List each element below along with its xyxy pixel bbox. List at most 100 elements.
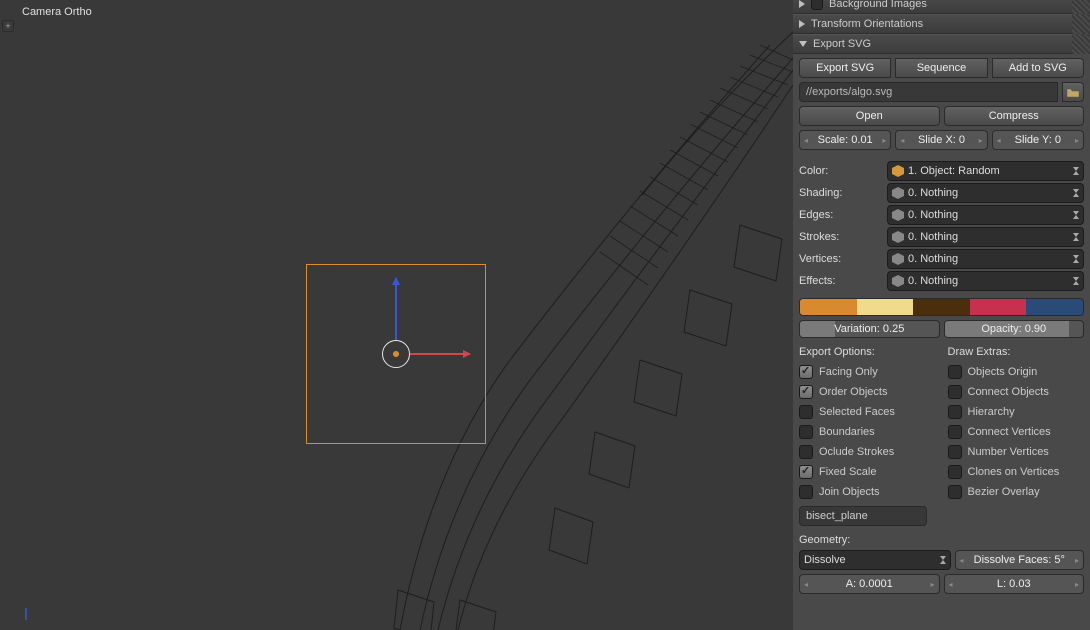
option-label: Fixed Scale (819, 466, 876, 478)
color-dropdown[interactable]: 1. Object: Random (887, 161, 1084, 181)
color-swatch[interactable] (857, 299, 914, 315)
l-field[interactable]: L: 0.03 (944, 574, 1085, 594)
option-label: Selected Faces (819, 406, 895, 418)
geometry-label: Geometry: (799, 534, 1084, 546)
cube-icon (892, 231, 904, 243)
export-options-label: Export Options: (799, 346, 936, 358)
color-swatch[interactable] (1026, 299, 1083, 315)
panel-title: Transform Orientations (811, 18, 923, 30)
color-swatch[interactable] (913, 299, 970, 315)
option-row: Facing Only (799, 362, 936, 382)
add-to-svg-button[interactable]: Add to SVG (992, 58, 1084, 78)
panel-header-bg-images[interactable]: Background Images (793, 0, 1090, 14)
strokes-dropdown[interactable]: 0. Nothing (887, 227, 1084, 247)
option-label: Connect Objects (968, 386, 1049, 398)
panel-title: Background Images (829, 0, 927, 10)
draw-extras-label: Draw Extras: (948, 346, 1085, 358)
grip-icon[interactable] (1072, 0, 1090, 14)
checkbox[interactable] (948, 405, 962, 419)
option-label: Connect Vertices (968, 426, 1051, 438)
method-text-field[interactable]: bisect_plane (799, 506, 927, 526)
color-swatches[interactable] (799, 298, 1084, 316)
cube-icon (892, 209, 904, 221)
effects-dropdown[interactable]: 0. Nothing (887, 271, 1084, 291)
properties-sidebar: Background Images Transform Orientations… (793, 0, 1090, 630)
a-field[interactable]: A: 0.0001 (799, 574, 940, 594)
cube-icon (892, 187, 904, 199)
checkbox[interactable] (948, 425, 962, 439)
export-path-field[interactable]: //exports/algo.svg (799, 82, 1058, 102)
color-label: Color: (799, 165, 881, 177)
option-row: Oclude Strokes (799, 442, 936, 462)
option-row: Objects Origin (948, 362, 1085, 382)
option-label: Facing Only (819, 366, 878, 378)
option-row: Selected Faces (799, 402, 936, 422)
compress-button[interactable]: Compress (944, 106, 1085, 126)
gizmo-x-axis[interactable] (410, 353, 470, 355)
opacity-slider[interactable]: Opacity: 0.90 (944, 320, 1085, 338)
option-label: Oclude Strokes (819, 446, 894, 458)
option-label: Bezier Overlay (968, 486, 1040, 498)
cube-icon (892, 165, 904, 177)
color-swatch[interactable] (800, 299, 857, 315)
checkbox[interactable] (799, 465, 813, 479)
3d-viewport[interactable]: Camera Ortho + (0, 0, 793, 630)
option-label: Order Objects (819, 386, 887, 398)
checkbox[interactable] (948, 465, 962, 479)
option-label: Clones on Vertices (968, 466, 1060, 478)
option-row: Fixed Scale (799, 462, 936, 482)
sequence-button[interactable]: Sequence (895, 58, 987, 78)
checkbox[interactable] (948, 485, 962, 499)
option-row: Clones on Vertices (948, 462, 1085, 482)
dissolve-faces-field[interactable]: Dissolve Faces: 5° (955, 550, 1085, 570)
effects-label: Effects: (799, 275, 881, 287)
color-swatch[interactable] (970, 299, 1027, 315)
strokes-label: Strokes: (799, 231, 881, 243)
variation-slider[interactable]: Variation: 0.25 (799, 320, 940, 338)
bg-images-checkbox[interactable] (811, 0, 823, 10)
file-browse-button[interactable] (1062, 82, 1084, 102)
option-label: Boundaries (819, 426, 875, 438)
option-row: Order Objects (799, 382, 936, 402)
checkbox[interactable] (799, 485, 813, 499)
checkbox[interactable] (799, 405, 813, 419)
gizmo-z-axis[interactable] (395, 278, 397, 340)
panel-header-export-svg[interactable]: Export SVG (793, 34, 1090, 54)
shading-dropdown[interactable]: 0. Nothing (887, 183, 1084, 203)
option-label: Objects Origin (968, 366, 1038, 378)
chevron-right-icon (799, 0, 805, 8)
slide-x-field[interactable]: Slide X: 0 (895, 130, 987, 150)
option-label: Join Objects (819, 486, 880, 498)
option-row: Boundaries (799, 422, 936, 442)
option-row: Hierarchy (948, 402, 1085, 422)
dissolve-dropdown[interactable]: Dissolve (799, 550, 951, 570)
checkbox[interactable] (948, 445, 962, 459)
mini-axis-icon (24, 606, 40, 622)
option-label: Hierarchy (968, 406, 1015, 418)
edges-dropdown[interactable]: 0. Nothing (887, 205, 1084, 225)
grip-icon[interactable] (1072, 34, 1090, 54)
edges-label: Edges: (799, 209, 881, 221)
open-button[interactable]: Open (799, 106, 940, 126)
checkbox[interactable] (799, 425, 813, 439)
checkbox[interactable] (948, 385, 962, 399)
option-row: Number Vertices (948, 442, 1085, 462)
export-svg-button[interactable]: Export SVG (799, 58, 891, 78)
checkbox[interactable] (799, 445, 813, 459)
slide-y-field[interactable]: Slide Y: 0 (992, 130, 1084, 150)
panel-header-transform-orient[interactable]: Transform Orientations (793, 14, 1090, 34)
shading-label: Shading: (799, 187, 881, 199)
grip-icon[interactable] (1072, 14, 1090, 34)
chevron-down-icon (799, 41, 807, 47)
vertices-label: Vertices: (799, 253, 881, 265)
option-label: Number Vertices (968, 446, 1049, 458)
checkbox[interactable] (799, 385, 813, 399)
checkbox[interactable] (799, 365, 813, 379)
checkbox[interactable] (948, 365, 962, 379)
option-row: Join Objects (799, 482, 936, 502)
cube-icon (892, 253, 904, 265)
panel-title: Export SVG (813, 38, 871, 50)
option-row: Connect Objects (948, 382, 1085, 402)
scale-field[interactable]: Scale: 0.01 (799, 130, 891, 150)
vertices-dropdown[interactable]: 0. Nothing (887, 249, 1084, 269)
